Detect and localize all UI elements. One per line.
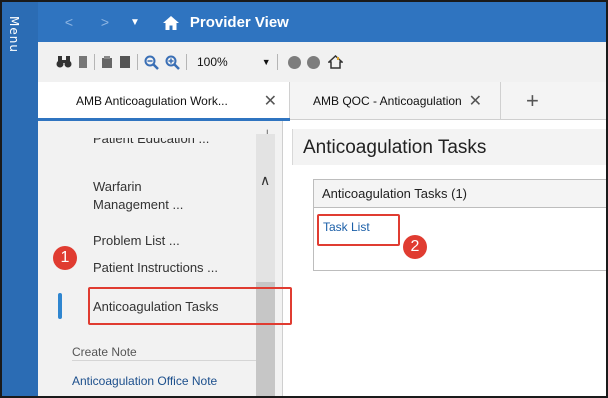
divider xyxy=(72,360,256,361)
home-icon[interactable] xyxy=(162,13,180,31)
page-title: Provider View xyxy=(189,13,289,31)
print-icon[interactable] xyxy=(101,54,113,70)
tab-label: AMB Anticoagulation Work... xyxy=(76,94,228,108)
title-bar: < > ▼ Provider View xyxy=(38,2,606,42)
tab-qoc-anticoagulation[interactable]: AMB QOC - Anticoagulation ✕ xyxy=(291,82,501,120)
binoculars-icon[interactable] xyxy=(56,54,72,70)
main-content: Anticoagulation Tasks Anticoagulation Ta… xyxy=(292,121,606,396)
tab-row: AMB Anticoagulation Work... ✕ AMB QOC - … xyxy=(38,82,606,121)
highlight-box xyxy=(317,214,400,246)
menu-strip[interactable]: Menu xyxy=(2,2,38,396)
task-panel-header: Anticoagulation Tasks (1) xyxy=(314,180,606,208)
link-anticoagulation-office-note[interactable]: Anticoagulation Office Note xyxy=(72,374,217,388)
zoom-out-icon[interactable] xyxy=(144,54,159,70)
content-title: Anticoagulation Tasks xyxy=(303,137,487,158)
chevron-down-icon[interactable]: ▼ xyxy=(262,57,271,67)
nav-item-warfarin-management[interactable]: Warfarin Management ... xyxy=(93,178,183,214)
close-icon[interactable]: ✕ xyxy=(264,91,277,111)
circle-icon[interactable] xyxy=(306,55,320,69)
house-icon[interactable] xyxy=(327,54,343,70)
step-callout-1: 1 xyxy=(53,246,77,270)
print-preview-icon[interactable] xyxy=(119,54,131,70)
nav-item-problem-list[interactable]: Problem List ... xyxy=(93,233,180,248)
tab-label: AMB QOC - Anticoagulation xyxy=(313,94,462,108)
add-tab-button[interactable]: + xyxy=(526,88,539,114)
zoom-level[interactable]: 100% xyxy=(197,55,228,69)
active-item-indicator xyxy=(58,293,62,319)
nav-item-label: Warfarin xyxy=(93,179,142,194)
toolbar-separator xyxy=(94,54,95,70)
content-header: Anticoagulation Tasks xyxy=(292,129,606,165)
back-arrow-icon[interactable]: < xyxy=(62,14,76,30)
highlight-box xyxy=(88,287,292,325)
nav-item-patient-education[interactable]: Patient Education ... xyxy=(93,138,209,150)
circle-icon[interactable] xyxy=(287,55,301,69)
toolbar-separator xyxy=(137,54,138,70)
toolbar-separator xyxy=(276,54,278,70)
toolbar-separator xyxy=(186,54,187,70)
page-icon[interactable] xyxy=(78,54,88,70)
nav-item-label: Management ... xyxy=(93,197,184,212)
task-panel: Anticoagulation Tasks (1) Task List xyxy=(313,179,606,271)
toolbar: 100% ▼ xyxy=(38,42,606,82)
tab-anticoagulation-workflow[interactable]: AMB Anticoagulation Work... ✕ xyxy=(38,82,290,121)
dropdown-caret-icon[interactable]: ▼ xyxy=(130,17,140,28)
scroll-up-icon[interactable]: ∧ xyxy=(260,172,270,189)
step-callout-2: 2 xyxy=(403,235,427,259)
section-header-create-note: Create Note xyxy=(72,345,137,359)
app-window: Menu < > ▼ Provider View 100% ▼ AMB Anti… xyxy=(0,0,608,398)
menu-label: Menu xyxy=(7,16,21,53)
close-icon[interactable]: ✕ xyxy=(469,91,482,111)
forward-arrow-icon[interactable]: > xyxy=(98,14,112,30)
nav-item-patient-instructions[interactable]: Patient Instructions ... xyxy=(93,260,218,275)
zoom-in-icon[interactable] xyxy=(165,54,180,70)
